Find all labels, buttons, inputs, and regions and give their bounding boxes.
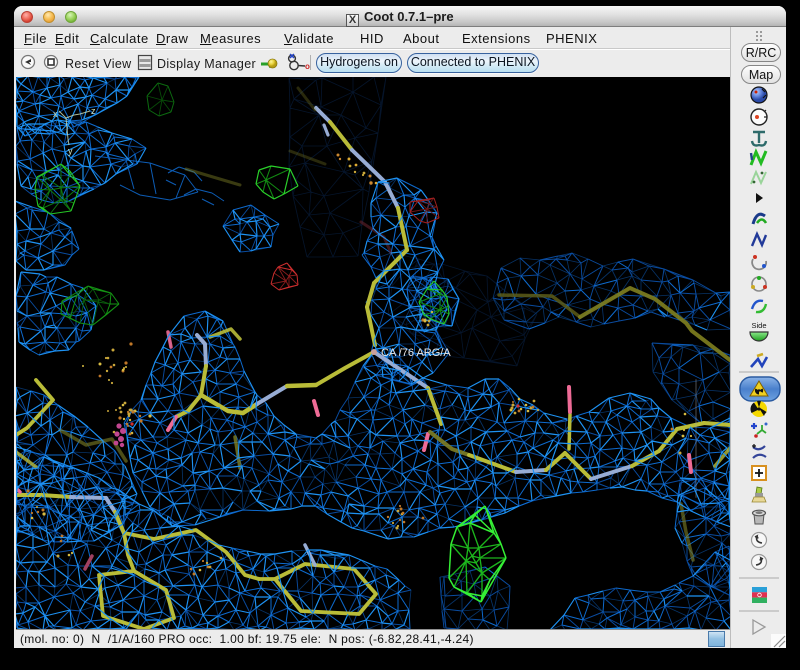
svg-text:CA /76 ARG/A: CA /76 ARG/A — [381, 347, 451, 359]
svg-text:x: x — [53, 109, 58, 119]
svg-text:y: y — [68, 146, 73, 156]
svg-text:z: z — [91, 106, 96, 116]
svg-text:o: o — [305, 62, 310, 71]
svg-text:Side: Side — [751, 321, 766, 330]
